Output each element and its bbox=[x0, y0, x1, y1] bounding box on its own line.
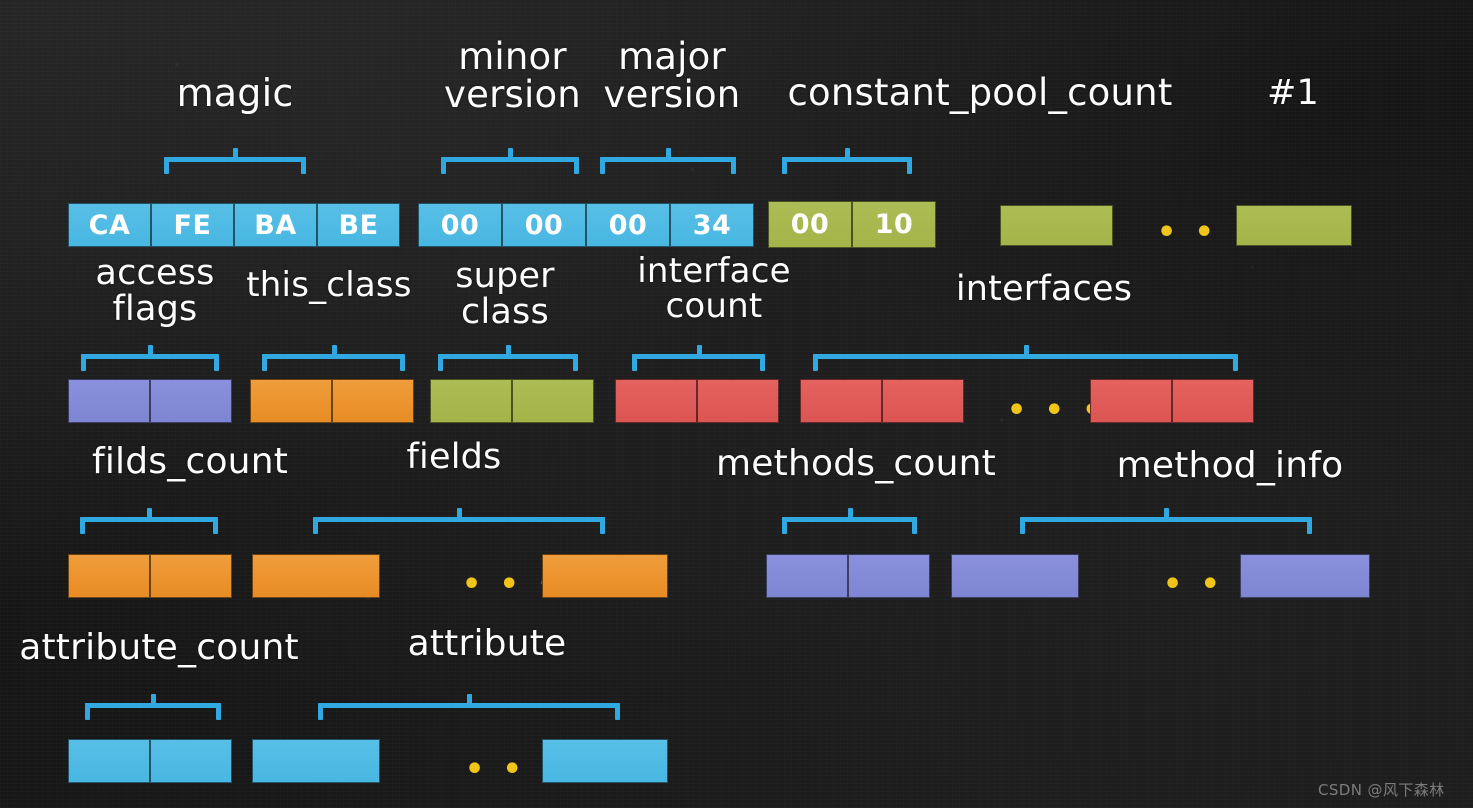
byte-cell bbox=[1236, 205, 1352, 246]
label-this-class: this_class bbox=[246, 265, 412, 305]
byte-cell bbox=[252, 739, 380, 783]
label-attribute-count: attribute_count bbox=[19, 627, 299, 668]
byte-cell bbox=[150, 379, 232, 423]
label-attribute: attribute bbox=[407, 623, 567, 664]
byte-cell bbox=[68, 379, 150, 423]
group-fields-count-bytes bbox=[68, 554, 232, 598]
label-methods-count: methods_count bbox=[716, 443, 996, 484]
group-field-entry-first bbox=[252, 554, 380, 598]
byte-cell bbox=[68, 554, 150, 598]
byte-cell bbox=[430, 379, 512, 423]
byte-cell bbox=[1172, 379, 1254, 423]
group-method-entry-last bbox=[1240, 554, 1370, 598]
byte-cell: 34 bbox=[670, 203, 754, 247]
group-interface-entry-last bbox=[1090, 379, 1254, 423]
byte-cell: 00 bbox=[586, 203, 670, 247]
byte-cell bbox=[951, 554, 1079, 598]
byte-cell bbox=[615, 379, 697, 423]
label-interface-count: interface count bbox=[637, 251, 791, 326]
group-method-entry-first bbox=[951, 554, 1079, 598]
label-major-version: major version bbox=[603, 35, 741, 116]
byte-cell bbox=[250, 379, 332, 423]
group-version-bytes: 00 00 00 34 bbox=[418, 203, 754, 247]
byte-cell: FE bbox=[151, 203, 234, 247]
byte-cell bbox=[1000, 205, 1113, 246]
byte-cell bbox=[1240, 554, 1370, 598]
group-this-class-bytes bbox=[250, 379, 414, 423]
label-method-info: method_info bbox=[1116, 445, 1344, 486]
label-fields: fields bbox=[406, 437, 502, 477]
byte-cell bbox=[848, 554, 930, 598]
byte-cell bbox=[1090, 379, 1172, 423]
group-field-entry-last bbox=[542, 554, 668, 598]
byte-cell: CA bbox=[68, 203, 151, 247]
group-attribute-count-bytes bbox=[68, 739, 232, 783]
byte-cell: 10 bbox=[852, 201, 936, 248]
byte-cell bbox=[697, 379, 779, 423]
byte-cell bbox=[252, 554, 380, 598]
group-attribute-entry-first bbox=[252, 739, 380, 783]
byte-cell: 00 bbox=[768, 201, 852, 248]
group-constant-pool-entry-first bbox=[1000, 205, 1113, 246]
byte-cell bbox=[512, 379, 594, 423]
group-methods-count-bytes bbox=[766, 554, 930, 598]
byte-cell: BE bbox=[317, 203, 400, 247]
group-super-class-bytes bbox=[430, 379, 594, 423]
label-minor-version: minor version bbox=[444, 35, 581, 116]
byte-cell: 00 bbox=[418, 203, 502, 247]
group-constant-pool-count-bytes: 00 10 bbox=[768, 201, 936, 248]
byte-cell: BA bbox=[234, 203, 317, 247]
byte-cell bbox=[800, 379, 882, 423]
label-constant-pool-count: constant_pool_count bbox=[787, 71, 1173, 114]
label-super-class: super class bbox=[455, 256, 555, 332]
label-access-flags: access flags bbox=[95, 253, 215, 329]
byte-cell bbox=[68, 739, 150, 783]
byte-cell bbox=[882, 379, 964, 423]
byte-cell bbox=[542, 739, 668, 783]
watermark: CSDN @风下森林 bbox=[1318, 781, 1445, 799]
label-filds-count: filds_count bbox=[91, 441, 289, 482]
diagram-canvas: magic minor version major version consta… bbox=[0, 0, 1473, 808]
byte-cell bbox=[150, 554, 232, 598]
group-interface-entry-first bbox=[800, 379, 964, 423]
group-constant-pool-entry-last bbox=[1236, 205, 1352, 246]
group-access-flags-bytes bbox=[68, 379, 232, 423]
byte-cell: 00 bbox=[502, 203, 586, 247]
label-magic: magic bbox=[176, 71, 294, 115]
byte-cell bbox=[332, 379, 414, 423]
byte-cell bbox=[542, 554, 668, 598]
group-interface-count-bytes bbox=[615, 379, 779, 423]
label-interfaces: interfaces bbox=[955, 269, 1133, 309]
group-magic-bytes: CA FE BA BE bbox=[68, 203, 400, 247]
group-attribute-entry-last bbox=[542, 739, 668, 783]
byte-cell bbox=[766, 554, 848, 598]
byte-cell bbox=[150, 739, 232, 783]
label-constant-pool-entry-1: #1 bbox=[1267, 73, 1319, 113]
